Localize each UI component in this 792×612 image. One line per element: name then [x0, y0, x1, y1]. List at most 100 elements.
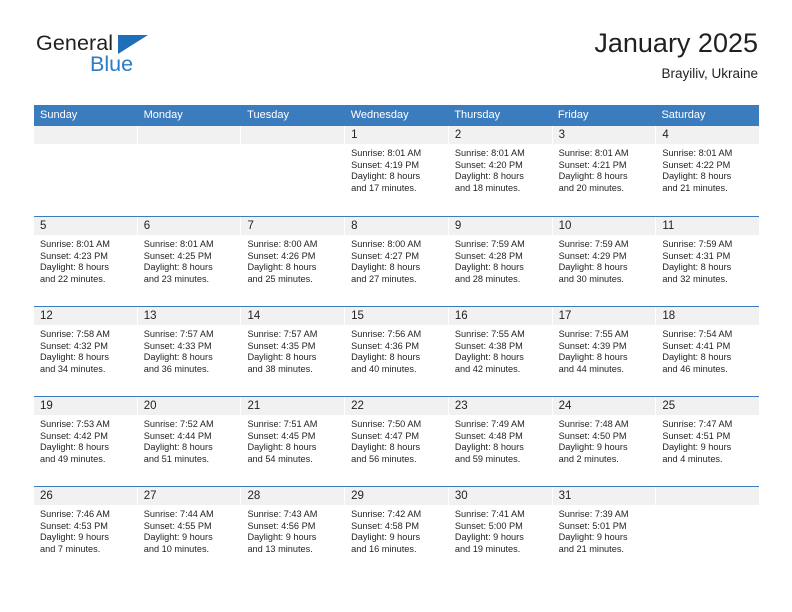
calendar-day-cell[interactable]: 22 Sunrise: 7:50 AM Sunset: 4:47 PM Dayligh…: [345, 397, 449, 486]
day-number: 11: [656, 217, 760, 235]
daylight-text-line2: and 49 minutes.: [40, 453, 106, 464]
weekday-friday: Friday: [557, 109, 589, 121]
sunrise-text: Sunrise: 7:47 AM: [662, 419, 733, 429]
daylight-text-line1: Daylight: 8 hours: [143, 442, 213, 453]
daylight-text-line1: Daylight: 8 hours: [40, 262, 109, 273]
daylight-text-line1: Daylight: 8 hours: [40, 442, 109, 453]
calendar-day-cell[interactable]: 11 Sunrise: 7:59 AM Sunset: 4:31 PM Dayligh…: [656, 217, 760, 306]
sunset-text: Sunset: 4:19 PM: [351, 159, 420, 170]
calendar-day-cell[interactable]: 8 Sunrise: 8:00 AM Sunset: 4:27 PM Daylight…: [345, 217, 449, 306]
sunset-text: Sunset: 4:36 PM: [351, 340, 420, 351]
calendar-day-cell[interactable]: 18 Sunrise: 7:54 AM Sunset: 4:41 PM Dayligh…: [656, 307, 760, 396]
daylight-text-line2: and 25 minutes.: [247, 273, 313, 284]
calendar-day-cell[interactable]: 4 Sunrise: 8:01 AM Sunset: 4:22 PM Daylight…: [656, 126, 760, 216]
calendar-day-cell[interactable]: 24 Sunrise: 7:48 AM Sunset: 4:50 PM Dayligh…: [552, 397, 657, 486]
calendar-day-cell[interactable]: 20 Sunrise: 7:52 AM Sunset: 4:44 PM Dayligh…: [137, 397, 242, 486]
day-number: 15: [345, 307, 448, 325]
daylight-text-line2: and 21 minutes.: [558, 543, 624, 554]
calendar-day-cell[interactable]: 10 Sunrise: 7:59 AM Sunset: 4:29 PM Dayligh…: [552, 217, 657, 306]
weekday-header-row: Sunday Monday Tuesday Wednesday Thursday…: [34, 105, 759, 126]
day-details: Sunrise: 7:59 AM Sunset: 4:28 PM Daylight:…: [449, 235, 552, 285]
calendar-day-cell[interactable]: 31 Sunrise: 7:39 AM Sunset: 5:01 PM Dayligh…: [552, 487, 657, 576]
daylight-text-line2: and 16 minutes.: [351, 543, 417, 554]
calendar-day-cell[interactable]: 14 Sunrise: 7:57 AM Sunset: 4:35 PM Dayligh…: [241, 307, 346, 396]
calendar-day-cell[interactable]: 2 Sunrise: 8:01 AM Sunset: 4:20 PM Daylight…: [448, 126, 553, 216]
sunset-text: Sunset: 4:27 PM: [351, 250, 420, 261]
daylight-text-line2: and 51 minutes.: [143, 453, 210, 464]
daylight-text-line2: and 32 minutes.: [662, 273, 728, 284]
sunset-text: Sunset: 4:53 PM: [40, 520, 108, 531]
sunrise-text: Sunrise: 7:57 AM: [247, 329, 318, 339]
calendar-day-cell[interactable]: 28 Sunrise: 7:43 AM Sunset: 4:56 PM Dayligh…: [241, 487, 346, 576]
sunrise-text: Sunrise: 7:52 AM: [143, 419, 214, 429]
calendar-day-cell[interactable]: 15 Sunrise: 7:56 AM Sunset: 4:36 PM Dayligh…: [345, 307, 449, 396]
sunrise-text: Sunrise: 7:57 AM: [143, 329, 214, 339]
day-number: 12: [34, 307, 137, 325]
calendar-day-cell[interactable]: 5 Sunrise: 8:01 AM Sunset: 4:23 PM Daylight…: [34, 217, 138, 306]
day-number: 26: [34, 487, 137, 505]
day-number: 29: [345, 487, 448, 505]
day-details: Sunrise: 7:58 AM Sunset: 4:32 PM Daylight:…: [34, 325, 137, 375]
sunrise-text: Sunrise: 7:39 AM: [558, 509, 629, 519]
daylight-text-line1: Daylight: 8 hours: [454, 262, 524, 273]
calendar-day-cell[interactable]: 16 Sunrise: 7:55 AM Sunset: 4:38 PM Dayligh…: [448, 307, 553, 396]
sunrise-text: Sunrise: 7:59 AM: [662, 239, 733, 249]
weekday-wednesday: Wednesday: [350, 109, 409, 121]
daylight-text-line2: and 17 minutes.: [351, 182, 417, 193]
day-number: 3: [552, 126, 656, 144]
calendar-day-cell[interactable]: 13 Sunrise: 7:57 AM Sunset: 4:33 PM Dayligh…: [137, 307, 242, 396]
calendar-day-cell[interactable]: 6 Sunrise: 8:01 AM Sunset: 4:25 PM Daylight…: [137, 217, 242, 306]
day-number: 31: [552, 487, 656, 505]
calendar-day-cell[interactable]: 30 Sunrise: 7:41 AM Sunset: 5:00 PM Dayligh…: [448, 487, 553, 576]
day-number: 2: [448, 126, 552, 144]
calendar-day-cell[interactable]: 25 Sunrise: 7:47 AM Sunset: 4:51 PM Dayligh…: [656, 397, 760, 486]
calendar-day-cell[interactable]: 7 Sunrise: 8:00 AM Sunset: 4:26 PM Daylight…: [241, 217, 346, 306]
daylight-text-line2: and 2 minutes.: [558, 453, 619, 464]
daylight-text-line2: and 46 minutes.: [662, 363, 728, 374]
day-details: [34, 144, 137, 148]
calendar-day-cell[interactable]: 26 Sunrise: 7:46 AM Sunset: 4:53 PM Dayligh…: [34, 487, 138, 576]
day-details: Sunrise: 7:48 AM Sunset: 4:50 PM Daylight:…: [553, 415, 656, 465]
sunset-text: Sunset: 4:51 PM: [662, 430, 731, 441]
daylight-text-line1: Daylight: 8 hours: [454, 442, 524, 453]
sunset-text: Sunset: 4:20 PM: [454, 159, 523, 170]
calendar-day-cell[interactable]: 3 Sunrise: 8:01 AM Sunset: 4:21 PM Daylight…: [552, 126, 657, 216]
daylight-text-line1: Daylight: 8 hours: [558, 171, 628, 182]
calendar-day-cell[interactable]: 29 Sunrise: 7:42 AM Sunset: 4:58 PM Dayligh…: [345, 487, 449, 576]
day-details: Sunrise: 8:01 AM Sunset: 4:22 PM Daylight:…: [656, 144, 759, 194]
daylight-text-line2: and 56 minutes.: [351, 453, 417, 464]
sunrise-text: Sunrise: 8:01 AM: [40, 239, 110, 249]
daylight-text-line2: and 13 minutes.: [247, 543, 313, 554]
calendar-day-cell[interactable]: 19 Sunrise: 7:53 AM Sunset: 4:42 PM Dayligh…: [34, 397, 138, 486]
brand-logo[interactable]: General Blue: [36, 32, 236, 85]
day-number: 20: [137, 397, 241, 415]
daylight-text-line2: and 40 minutes.: [351, 363, 417, 374]
calendar-day-cell[interactable]: 12 Sunrise: 7:58 AM Sunset: 4:32 PM Dayligh…: [34, 307, 138, 396]
day-number: 30: [448, 487, 552, 505]
day-number: 23: [448, 397, 552, 415]
weekday-thursday: Thursday: [454, 109, 501, 121]
calendar-day-cell[interactable]: 21 Sunrise: 7:51 AM Sunset: 4:45 PM Dayligh…: [241, 397, 346, 486]
calendar-day-cell[interactable]: 23 Sunrise: 7:49 AM Sunset: 4:48 PM Dayligh…: [448, 397, 553, 486]
calendar-day-cell[interactable]: 9 Sunrise: 7:59 AM Sunset: 4:28 PM Daylight…: [448, 217, 553, 306]
daylight-text-line1: Daylight: 9 hours: [558, 442, 628, 453]
day-details: Sunrise: 7:54 AM Sunset: 4:41 PM Daylight:…: [656, 325, 759, 375]
weekday-saturday: Saturday: [661, 109, 706, 121]
day-number: [656, 487, 760, 505]
calendar-day-cell[interactable]: 17 Sunrise: 7:55 AM Sunset: 4:39 PM Dayligh…: [552, 307, 657, 396]
day-details: Sunrise: 7:42 AM Sunset: 4:58 PM Daylight:…: [345, 505, 448, 555]
daylight-text-line1: Daylight: 9 hours: [247, 532, 317, 543]
daylight-text-line1: Daylight: 8 hours: [247, 262, 317, 273]
calendar-day-cell[interactable]: 27 Sunrise: 7:44 AM Sunset: 4:55 PM Dayligh…: [137, 487, 242, 576]
daylight-text-line2: and 21 minutes.: [662, 182, 728, 193]
calendar-day-cell[interactable]: 1 Sunrise: 8:01 AM Sunset: 4:19 PM Daylight…: [345, 126, 449, 216]
sunset-text: Sunset: 4:58 PM: [351, 520, 420, 531]
sunset-text: Sunset: 4:44 PM: [143, 430, 212, 441]
day-number: [241, 126, 345, 144]
day-number: 9: [448, 217, 552, 235]
sunrise-text: Sunrise: 7:55 AM: [454, 329, 525, 339]
weekday-monday: Monday: [143, 109, 183, 121]
daylight-text-line2: and 30 minutes.: [558, 273, 624, 284]
sunset-text: Sunset: 4:33 PM: [143, 340, 212, 351]
sunrise-text: Sunrise: 7:49 AM: [454, 419, 525, 429]
